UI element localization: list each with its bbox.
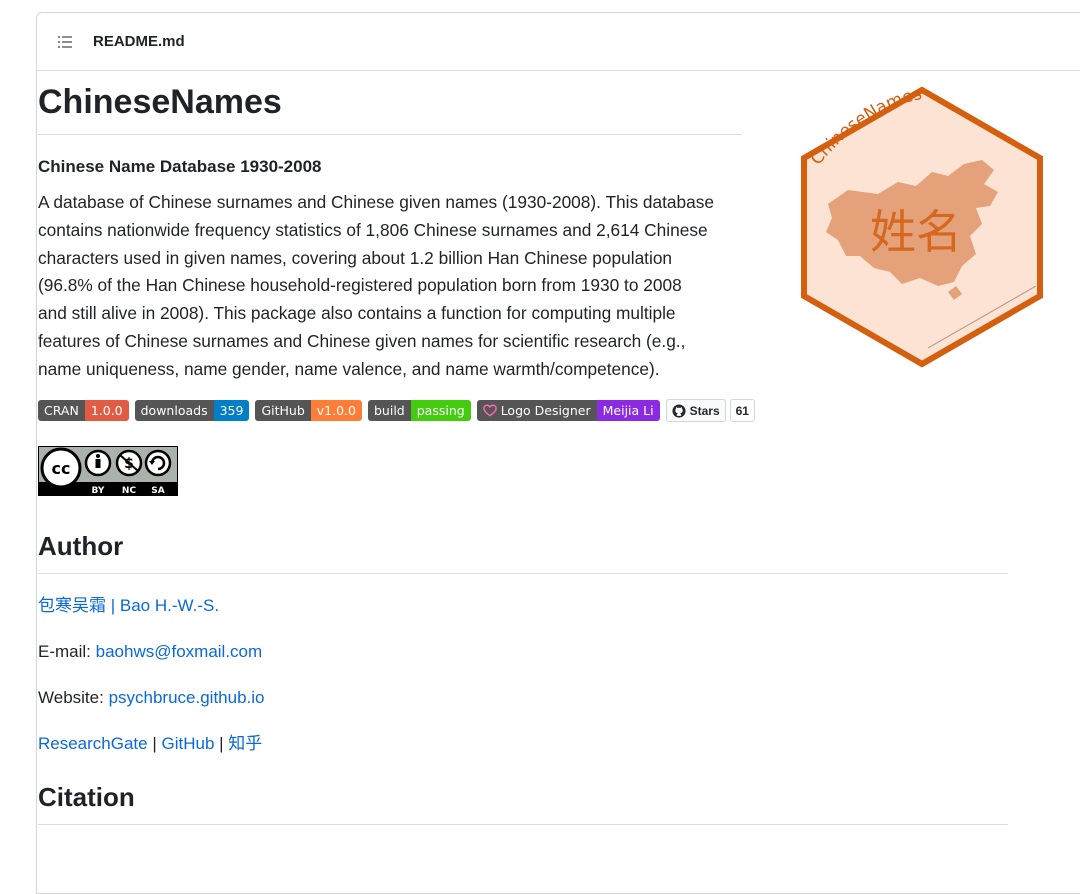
link-separator: |	[147, 733, 162, 753]
badge-value: 359	[213, 400, 250, 422]
badge-value: Meijia Li	[596, 400, 660, 422]
profile-links-line: ResearchGate | GitHub | 知乎	[38, 732, 1008, 756]
cc-by-nc-sa-license-badge[interactable]: cc $ BY NC SA	[38, 445, 178, 496]
badge-label: CRAN	[38, 400, 85, 422]
badge-value: v1.0.0	[310, 400, 362, 422]
description-line: A database of Chinese surnames and Chine…	[38, 192, 715, 212]
description: A database of Chinese surnames and Chine…	[38, 189, 748, 384]
citation-heading: Citation	[38, 780, 1008, 825]
website-label: Website:	[38, 687, 109, 707]
list-unordered-icon[interactable]	[57, 34, 73, 50]
email-link[interactable]: baohws@foxmail.com	[96, 642, 263, 661]
email-line: E-mail: baohws@foxmail.com	[38, 640, 1008, 664]
description-line: characters used in given names, covering…	[38, 247, 673, 268]
badge-label: build	[367, 400, 411, 422]
badge-label-text: Logo Designer	[500, 403, 591, 419]
badge-label: downloads	[134, 400, 214, 422]
link-separator: |	[214, 733, 229, 753]
description-line: and still alive in 2008). This package a…	[38, 303, 676, 324]
license-sa-label: SA	[151, 486, 164, 496]
website-link[interactable]: psychbruce.github.io	[109, 688, 265, 707]
website-line: Website: psychbruce.github.io	[38, 686, 1008, 710]
description-line: contains nationwide frequency statistics…	[38, 219, 708, 240]
cran-badge[interactable]: CRAN 1.0.0	[38, 400, 129, 422]
author-name-link[interactable]: 包寒吴霜 | Bao H.-W.-S.	[38, 596, 219, 615]
logo-center-text: 姓名	[870, 205, 962, 259]
heart-icon	[482, 404, 497, 417]
description-line: (96.8% of the Han Chinese household-regi…	[38, 275, 682, 296]
readme-header: README.md	[37, 13, 1080, 71]
logo-designer-badge[interactable]: Logo Designer Meijia Li	[476, 400, 660, 422]
badge-label: Logo Designer	[476, 400, 597, 422]
email-label: E-mail:	[38, 641, 96, 661]
downloads-badge[interactable]: downloads 359	[134, 400, 250, 422]
zhihu-link[interactable]: 知乎	[228, 734, 262, 753]
badge-value: 1.0.0	[84, 400, 129, 422]
page-title: ChineseNames	[38, 70, 742, 135]
chinesenames-hex-logo: ChineseNames 姓名	[801, 86, 1043, 368]
researchgate-link[interactable]: ResearchGate	[38, 734, 148, 753]
build-badge[interactable]: build passing	[367, 400, 471, 422]
author-name-line: 包寒吴霜 | Bao H.-W.-S.	[38, 594, 1008, 618]
svg-text:cc: cc	[52, 459, 71, 478]
description-line: features of Chinese surnames and Chinese…	[38, 330, 686, 351]
author-heading: Author	[38, 529, 1008, 574]
stars-count[interactable]: 61	[729, 399, 755, 423]
license-nc-label: NC	[122, 486, 137, 496]
badge-value: passing	[410, 400, 471, 422]
badge-row: CRAN 1.0.0 downloads 359 GitHub v1.0.0 b…	[38, 399, 1008, 423]
github-version-badge[interactable]: GitHub v1.0.0	[255, 400, 362, 422]
github-stars-button[interactable]: Stars	[665, 399, 726, 423]
github-icon	[672, 404, 686, 418]
stars-label: Stars	[689, 403, 720, 418]
description-line: name uniqueness, name gender, name valen…	[38, 358, 660, 379]
github-link[interactable]: GitHub	[162, 734, 215, 753]
badge-label: GitHub	[255, 400, 311, 422]
license-by-label: BY	[92, 486, 105, 496]
readme-filename: README.md	[93, 33, 185, 50]
